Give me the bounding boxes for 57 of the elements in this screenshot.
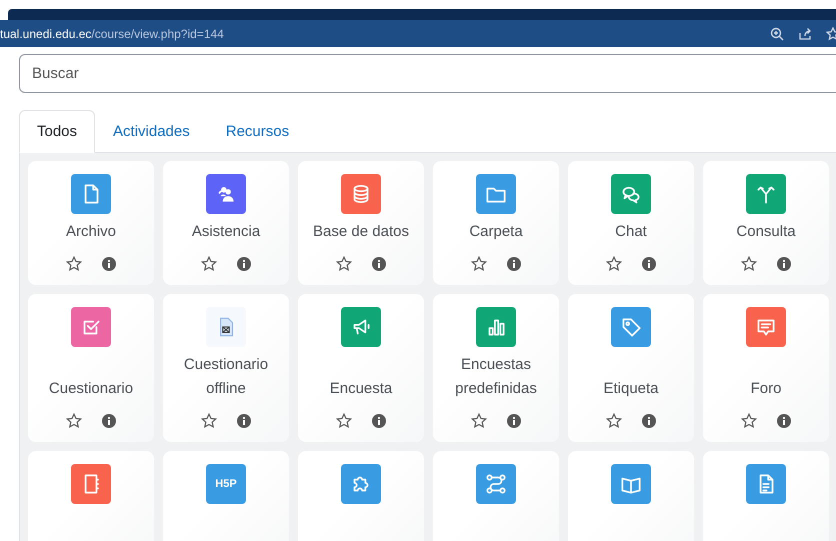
star-icon[interactable]	[201, 413, 217, 429]
tab[interactable]: Recursos	[208, 110, 308, 153]
star-icon[interactable]	[471, 256, 487, 272]
search-field[interactable]: Buscar	[19, 54, 836, 93]
star-icon[interactable]	[336, 256, 352, 272]
tab[interactable]: Todos	[19, 110, 96, 153]
info-icon[interactable]	[507, 414, 521, 428]
module-name: Encuestas predefinidas	[454, 355, 538, 399]
h5p-logo: H5P	[206, 464, 246, 504]
info-icon[interactable]	[642, 414, 656, 428]
module-card[interactable]: Etiqueta	[568, 294, 694, 442]
module-card[interactable]: Chat	[568, 161, 694, 285]
module-name: Etiqueta	[603, 379, 659, 399]
star-icon[interactable]	[606, 256, 622, 272]
module-name: Asistencia	[192, 222, 260, 242]
info-icon[interactable]	[642, 257, 656, 271]
module-name: Consulta	[736, 222, 796, 242]
star-icon[interactable]	[606, 413, 622, 429]
info-icon[interactable]	[372, 257, 386, 271]
module-card[interactable]: Carpeta	[433, 161, 559, 285]
module-name: Encuesta	[330, 379, 392, 399]
module-card[interactable]: Foro	[703, 294, 829, 442]
info-icon[interactable]	[102, 414, 116, 428]
star-icon[interactable]	[741, 413, 757, 429]
info-icon[interactable]	[237, 414, 251, 428]
star-icon[interactable]	[741, 256, 757, 272]
module-card[interactable]: Base de datos	[298, 161, 424, 285]
module-card[interactable]: Encuesta	[298, 294, 424, 442]
module-name: Foro	[750, 379, 782, 399]
address-bar[interactable]: tual.unedi.edu.ec/course/view.php?id=144	[0, 20, 836, 47]
module-name: Cuestionario	[48, 379, 134, 399]
module-name: Carpeta	[469, 222, 523, 242]
info-icon[interactable]	[777, 414, 791, 428]
star-icon[interactable]	[336, 413, 352, 429]
url-text[interactable]: tual.unedi.edu.ec/course/view.php?id=144	[0, 26, 224, 40]
star-icon[interactable]	[66, 256, 82, 272]
module-card[interactable]: Consulta	[703, 161, 829, 285]
module-name: Base de datos	[313, 222, 409, 242]
info-icon[interactable]	[507, 257, 521, 271]
star-icon[interactable]	[201, 256, 217, 272]
module-name: Chat	[615, 222, 647, 242]
module-card[interactable]: Asistencia	[163, 161, 289, 285]
module-card[interactable]: Archivo	[28, 161, 154, 285]
module-card[interactable]: Encuestas predefinidas	[433, 294, 559, 442]
tab[interactable]: Actividades	[95, 110, 208, 153]
module-name: Archivo	[66, 222, 116, 242]
module-card[interactable]: Cuestionario offline	[163, 294, 289, 442]
star-icon[interactable]	[66, 413, 82, 429]
module-name: Cuestionario offline	[182, 355, 270, 399]
module-card[interactable]: Cuestionario	[28, 294, 154, 442]
info-icon[interactable]	[237, 257, 251, 271]
star-icon[interactable]	[471, 413, 487, 429]
info-icon[interactable]	[102, 257, 116, 271]
share-icon[interactable]	[798, 26, 812, 40]
zoom-icon[interactable]	[770, 26, 784, 40]
info-icon[interactable]	[777, 257, 791, 271]
info-icon[interactable]	[372, 414, 386, 428]
